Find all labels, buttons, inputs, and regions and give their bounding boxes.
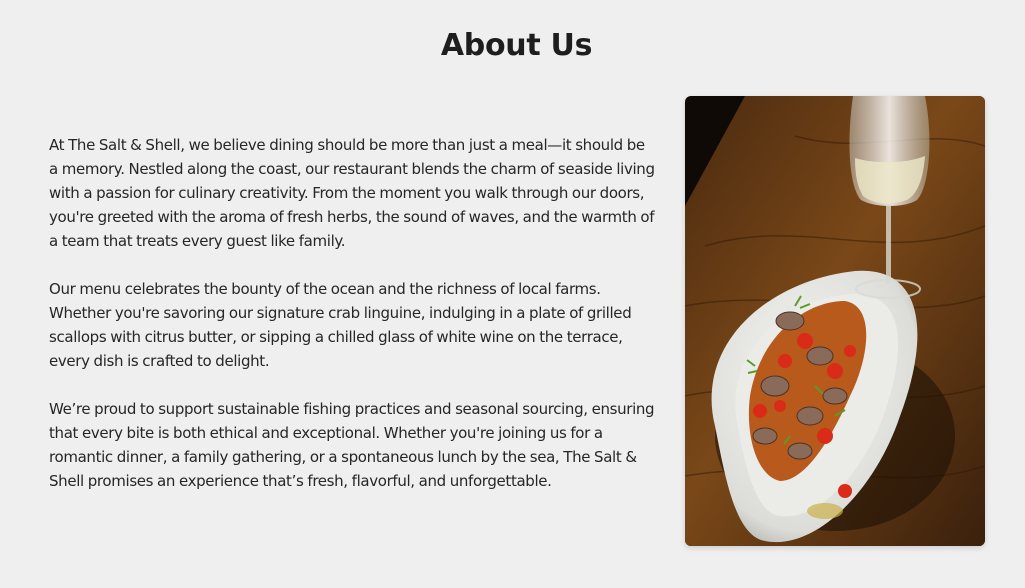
seafood-dish-photo <box>685 96 985 546</box>
about-text: At The Salt & Shell, we believe dining s… <box>49 133 655 517</box>
about-paragraph: Our menu celebrates the bounty of the oc… <box>49 280 632 370</box>
about-paragraph: At The Salt & Shell, we believe dining s… <box>49 136 655 250</box>
about-paragraph: We’re proud to support sustainable fishi… <box>49 400 655 490</box>
page-title: About Us <box>440 28 593 63</box>
about-section: About Us At The Salt & Shell, we believe… <box>0 0 1025 588</box>
